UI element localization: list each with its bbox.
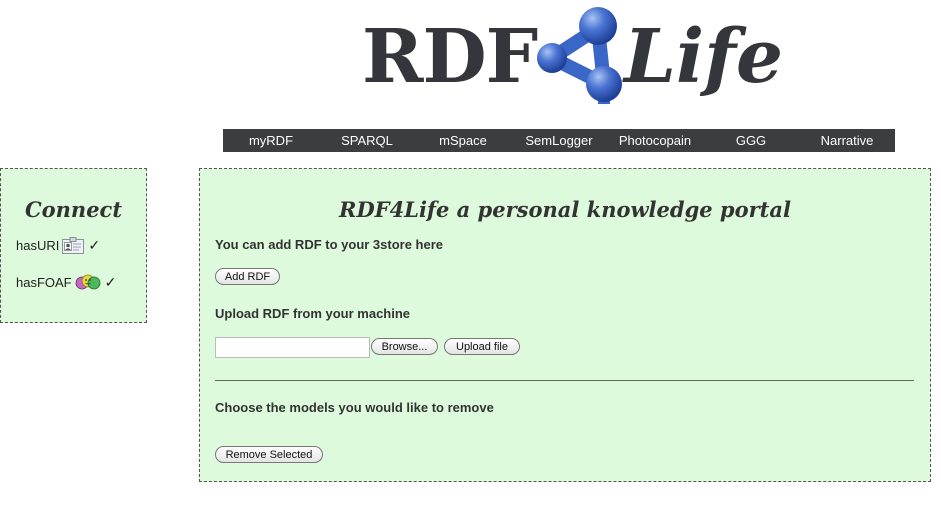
divider: [215, 380, 914, 381]
logo-text-life: Life: [624, 14, 784, 100]
nav-item-narrative[interactable]: Narrative: [799, 133, 895, 148]
connect-title: Connect: [24, 197, 123, 222]
connect-item-label: hasFOAF: [16, 275, 72, 290]
nav-item-photocopain[interactable]: Photocopain: [607, 133, 703, 148]
connect-item-label: hasURI: [16, 238, 60, 253]
nav-item-myrdf[interactable]: myRDF: [223, 133, 319, 148]
molecule-4-icon: [537, 7, 622, 104]
id-card-icon: [62, 237, 85, 254]
main-nav: myRDF SPARQL mSpace SemLogger Photocopai…: [223, 129, 895, 152]
main-panel: RDF4Life a personal knowledge portal You…: [199, 168, 931, 482]
browse-button[interactable]: Browse...: [371, 338, 438, 355]
connect-panel: Connect hasURI ✓ hasFOAF ✓: [0, 168, 147, 323]
remove-selected-button[interactable]: Remove Selected: [215, 446, 323, 463]
check-icon: ✓: [104, 274, 117, 290]
nav-item-mspace[interactable]: mSpace: [415, 133, 511, 148]
upload-label: Upload RDF from your machine: [215, 306, 411, 321]
file-path-field[interactable]: [215, 337, 370, 358]
page-title: RDF4Life a personal knowledge portal: [339, 197, 791, 222]
nav-item-ggg[interactable]: GGG: [703, 133, 799, 148]
add-rdf-label: You can add RDF to your 3store here: [215, 237, 444, 252]
check-icon: ✓: [88, 237, 101, 253]
people-icon: [75, 274, 101, 290]
add-rdf-button[interactable]: Add RDF: [215, 268, 280, 285]
upload-file-button[interactable]: Upload file: [444, 338, 520, 355]
rdf4life-logo: RDF Life: [362, 4, 784, 110]
nav-item-semlogger[interactable]: SemLogger: [511, 133, 607, 148]
nav-item-sparql[interactable]: SPARQL: [319, 133, 415, 148]
connect-item-hasfoaf[interactable]: hasFOAF ✓: [16, 274, 116, 291]
connect-item-hasuri[interactable]: hasURI ✓: [16, 237, 100, 254]
logo-text-rdf: RDF: [362, 14, 538, 100]
remove-models-label: Choose the models you would like to remo…: [215, 400, 494, 415]
